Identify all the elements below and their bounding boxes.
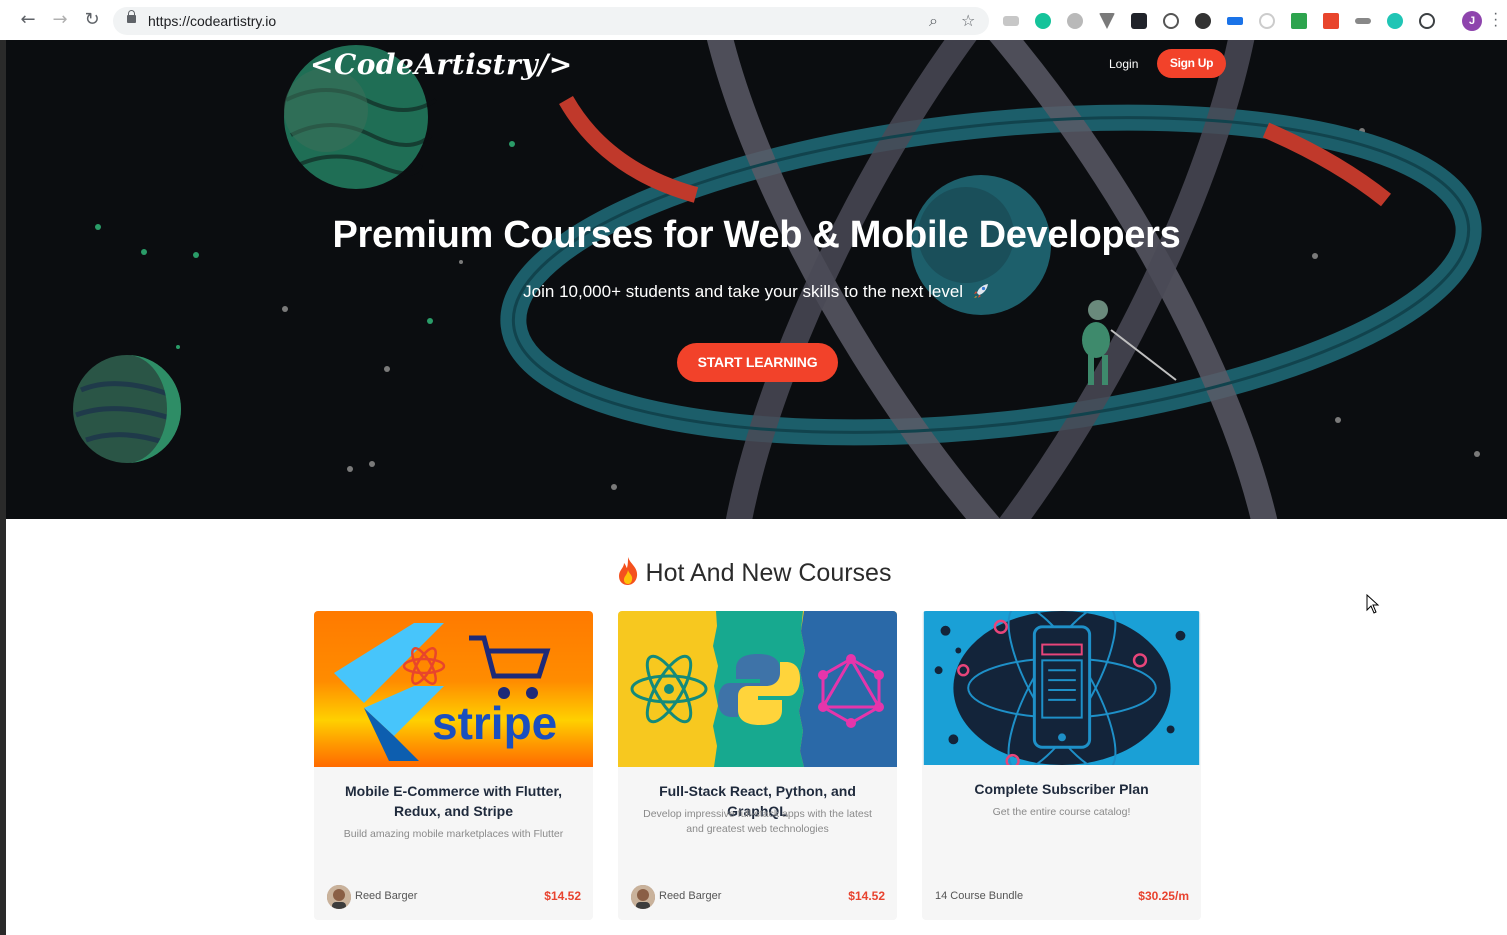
browser-menu-icon[interactable]: · · · xyxy=(1493,6,1498,34)
extension-icon-11[interactable] xyxy=(1323,13,1339,29)
author-avatar xyxy=(327,885,351,909)
browser-toolbar: ← → ↻ https://codeartistry.io ⌕ ☆ J · · · xyxy=(0,0,1507,41)
dark-mode-icon[interactable] xyxy=(1195,13,1211,29)
extension-icon-12[interactable] xyxy=(1355,18,1371,24)
author-name: Reed Barger xyxy=(659,890,722,902)
timer-extension-icon[interactable] xyxy=(1259,13,1275,29)
hero-section: <CodeArtistry/> Login Sign Up Premium Co… xyxy=(6,40,1507,519)
course-thumbnail: stripe xyxy=(314,611,593,767)
course-price: $14.52 xyxy=(848,889,885,903)
extension-icon-1[interactable] xyxy=(1003,16,1019,26)
site-logo[interactable]: <CodeArtistry/> xyxy=(310,48,573,81)
forward-arrow-icon[interactable]: → xyxy=(50,10,70,30)
course-thumbnail xyxy=(618,611,897,767)
extension-icon-6[interactable] xyxy=(1163,13,1179,29)
section-heading: Hot And New Courses xyxy=(0,556,1507,588)
bundle-label: 14 Course Bundle xyxy=(935,890,1024,902)
login-link[interactable]: Login xyxy=(1109,57,1138,71)
author-avatar xyxy=(631,885,655,909)
course-price: $30.25/m xyxy=(1138,889,1189,903)
mouse-cursor-icon xyxy=(1366,594,1380,614)
zoom-icon[interactable]: ⌕ xyxy=(929,11,938,31)
planet-left xyxy=(73,355,181,463)
course-thumbnail xyxy=(923,611,1200,765)
extension-icon-10[interactable] xyxy=(1291,13,1307,29)
course-description: Get the entire course catalog! xyxy=(992,806,1131,818)
extension-icon-14[interactable] xyxy=(1419,13,1435,29)
course-title[interactable]: Complete Subscriber Plan xyxy=(937,779,1186,799)
extension-icon-8[interactable] xyxy=(1227,17,1243,25)
extension-icon-13[interactable] xyxy=(1387,13,1403,29)
course-card-fullstack[interactable]: Full-Stack React, Python, and GraphQL De… xyxy=(618,611,897,920)
fire-icon xyxy=(618,557,637,585)
section-title: Hot And New Courses xyxy=(645,559,892,587)
back-arrow-icon[interactable]: ← xyxy=(18,10,38,30)
start-learning-button[interactable]: START LEARNING xyxy=(677,343,838,382)
profile-avatar[interactable]: J xyxy=(1462,11,1482,31)
extension-icon-3[interactable] xyxy=(1067,13,1083,29)
grammarly-extension-icon[interactable] xyxy=(1035,13,1051,29)
hero-illustration xyxy=(73,40,1482,519)
course-description: Develop impressive full-stack apps with … xyxy=(643,808,872,835)
reload-icon[interactable]: ↻ xyxy=(82,10,102,30)
course-price: $14.52 xyxy=(544,889,581,903)
stripe-wordmark: stripe xyxy=(432,697,557,749)
hero-subtitle-row: Join 10,000+ students and take your skil… xyxy=(6,282,1507,302)
rocket-icon xyxy=(973,284,988,298)
lock-icon xyxy=(127,10,136,23)
vue-devtools-icon[interactable] xyxy=(1099,13,1115,29)
hero-subtitle: Join 10,000+ students and take your skil… xyxy=(523,282,964,301)
author-name: Reed Barger xyxy=(355,890,418,902)
course-card-subscriber[interactable]: Complete Subscriber Plan Get the entire … xyxy=(922,611,1201,920)
course-description: Build amazing mobile marketplaces with F… xyxy=(343,828,564,840)
hero-title: Premium Courses for Web & Mobile Develop… xyxy=(332,214,1181,256)
course-title[interactable]: Mobile E-Commerce with Flutter, Redux, a… xyxy=(329,781,578,821)
signup-button[interactable]: Sign Up xyxy=(1157,49,1226,78)
react-devtools-icon[interactable] xyxy=(1131,13,1147,29)
course-card-flutter[interactable]: stripe Mobile E-Commerce with Flutter, R… xyxy=(314,611,593,920)
address-bar[interactable]: https://codeartistry.io ⌕ ☆ xyxy=(113,7,989,35)
bookmark-star-icon[interactable]: ☆ xyxy=(961,11,975,30)
url-text[interactable]: https://codeartistry.io xyxy=(148,13,276,29)
